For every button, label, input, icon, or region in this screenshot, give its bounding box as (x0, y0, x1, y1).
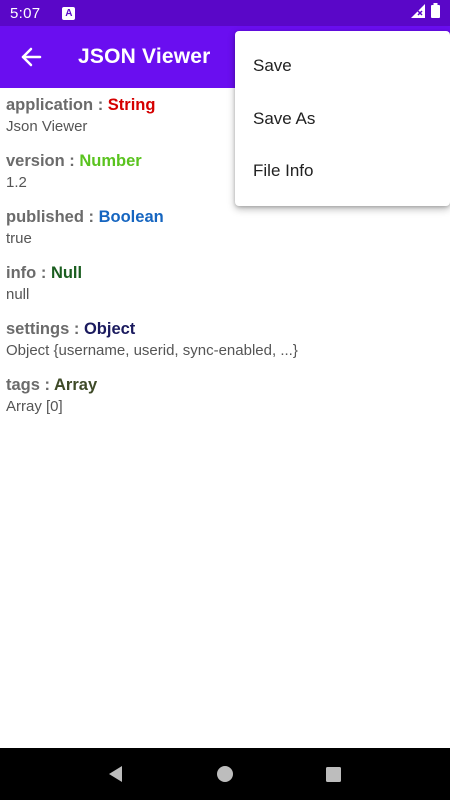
entry-key: published (6, 208, 84, 226)
entry-key: info (6, 264, 37, 282)
notification-a-icon: A (62, 6, 76, 20)
entry-key: settings (6, 320, 70, 338)
entry-key: tags (6, 376, 40, 394)
entry-type: Null (50, 264, 83, 282)
entry-type: Object (83, 320, 136, 338)
json-entry-tags[interactable]: tags : Array Array [0] (0, 368, 450, 424)
entry-type: String (107, 96, 156, 114)
menu-item-save[interactable]: Save (235, 40, 450, 93)
entry-separator: : (44, 376, 51, 394)
entry-separator: : (97, 96, 104, 114)
entry-separator: : (88, 208, 95, 226)
overflow-menu: Save Save As File Info (235, 31, 450, 206)
menu-item-save-as[interactable]: Save As (235, 93, 450, 146)
json-entry-published[interactable]: published : Boolean true (0, 200, 450, 256)
entry-type: Number (79, 152, 142, 170)
status-bar: 5:07 A (0, 0, 450, 26)
menu-item-file-info[interactable]: File Info (235, 145, 450, 198)
navigation-bar (0, 748, 450, 800)
recents-square-icon[interactable] (314, 754, 354, 794)
entry-value: true (6, 230, 32, 247)
entry-value: null (6, 286, 30, 303)
entry-separator: : (40, 264, 47, 282)
entry-type: Boolean (98, 208, 164, 226)
app-title: JSON Viewer (78, 45, 211, 68)
entry-key: application (6, 96, 94, 114)
entry-separator: : (69, 152, 75, 170)
json-entry-settings[interactable]: settings : Object Object {username, user… (0, 312, 450, 368)
entry-value: Object {username, userid, sync-enabled, … (6, 342, 298, 359)
entry-key: version (6, 152, 65, 170)
entry-separator: : (73, 320, 80, 338)
back-triangle-icon[interactable] (96, 754, 136, 794)
entry-type: Array (54, 376, 98, 394)
status-time: 5:07 (10, 4, 41, 22)
home-circle-icon[interactable] (205, 754, 245, 794)
signal-icon (411, 3, 425, 23)
battery-icon (431, 3, 440, 23)
json-entry-info[interactable]: info : Null null (0, 256, 450, 312)
status-icons (411, 3, 440, 23)
entry-value: Array [0] (6, 398, 63, 415)
arrow-left-icon[interactable] (0, 26, 62, 88)
